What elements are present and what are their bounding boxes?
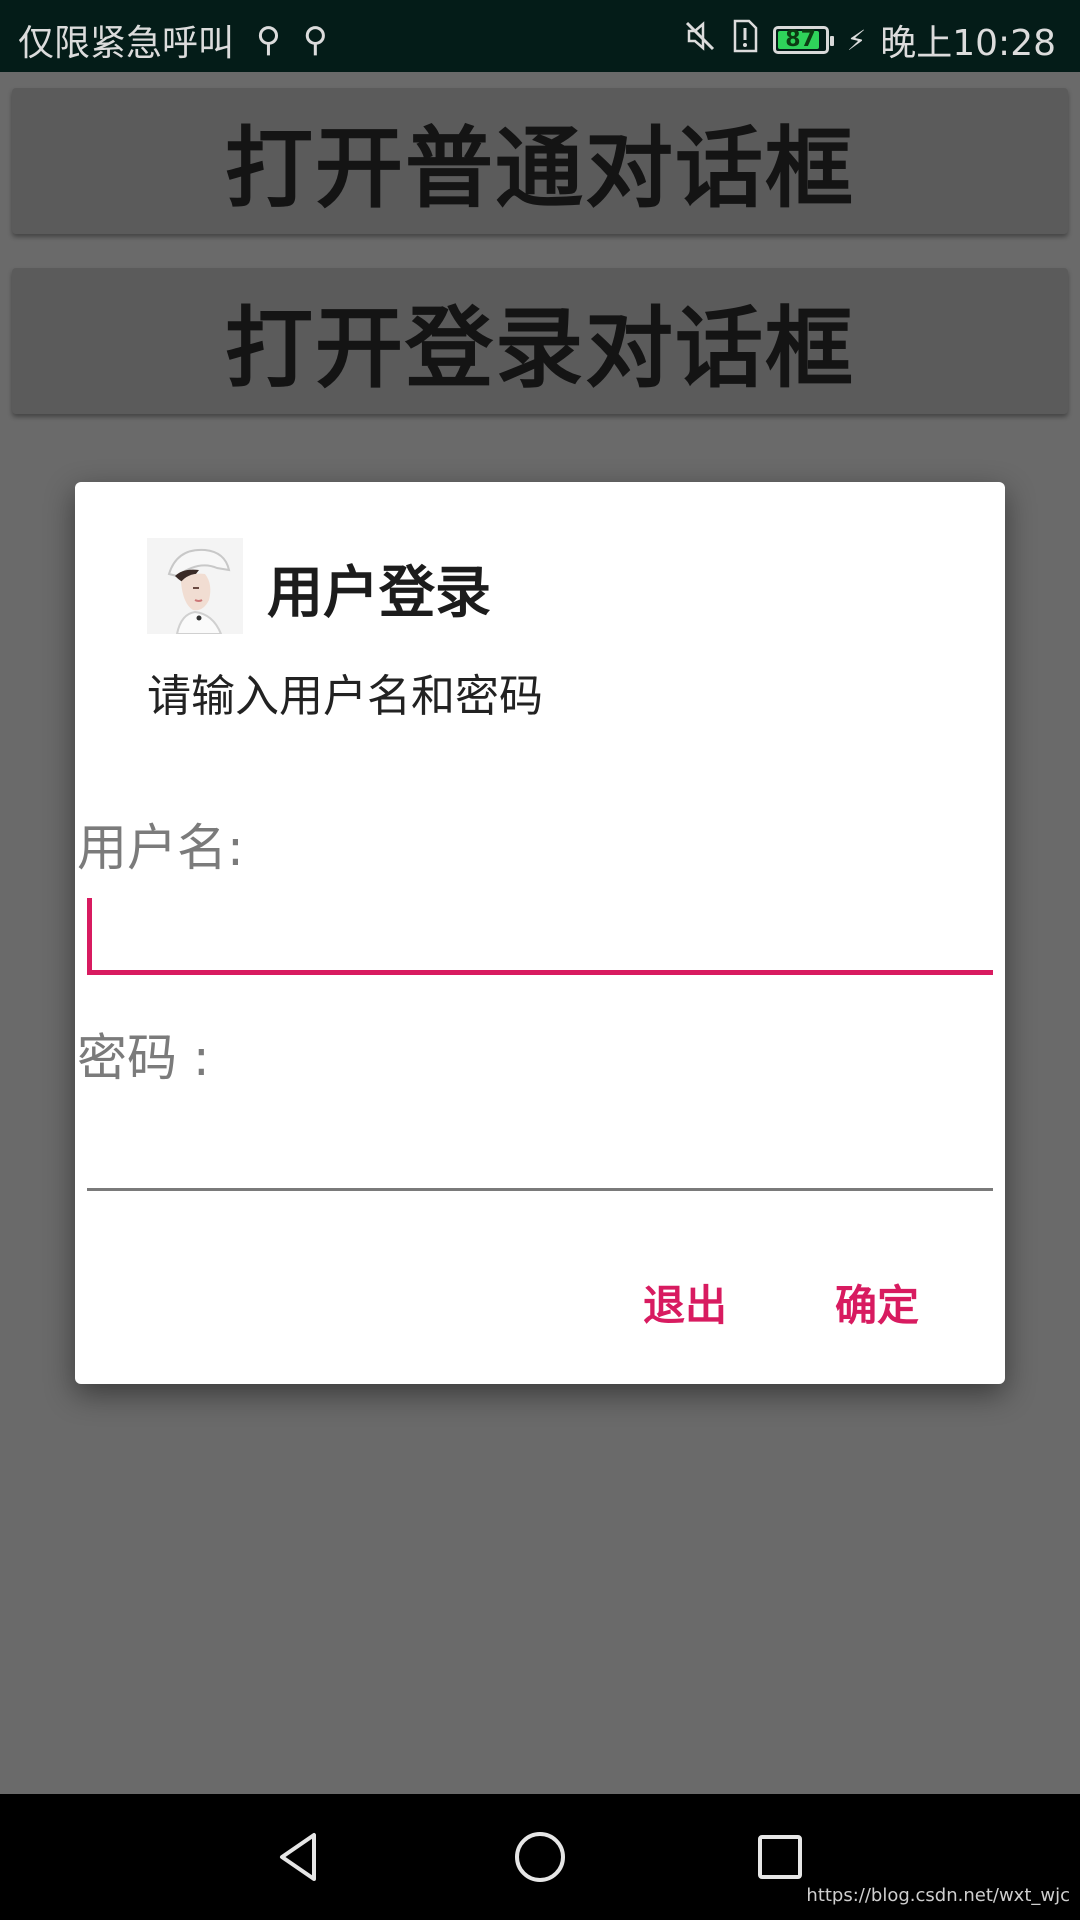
login-dialog: 用户登录 请输入用户名和密码 用户名: 密码 : 退出 确定 [75, 482, 1005, 1384]
recents-icon[interactable] [750, 1827, 810, 1887]
username-label: 用户名: [77, 819, 244, 877]
charging-icon: ⚡ [846, 23, 867, 57]
carrier-text: 仅限紧急呼叫 [18, 23, 235, 64]
username-input[interactable] [87, 898, 993, 975]
open-normal-dialog-button[interactable]: 打开普通对话框 [12, 88, 1068, 234]
password-label: 密码 : [77, 1029, 210, 1087]
screen: 仅限紧急呼叫 ⚲ ⚲ 87 ⚡ 晚上10:28 打开普通对话框 打开登录对话框 … [0, 0, 1080, 1920]
status-left: 仅限紧急呼叫 ⚲ ⚲ [18, 14, 328, 66]
mute-icon [683, 19, 717, 62]
sim-alert-icon [731, 18, 759, 63]
usb-icon: ⚲ [256, 20, 281, 60]
home-icon[interactable] [510, 1827, 570, 1887]
status-bar: 仅限紧急呼叫 ⚲ ⚲ 87 ⚡ 晚上10:28 [0, 0, 1080, 72]
watermark: https://blog.csdn.net/wxt_wjc [806, 1885, 1070, 1906]
password-input[interactable] [87, 1108, 993, 1191]
dialog-message: 请输入用户名和密码 [147, 671, 543, 722]
open-login-dialog-button[interactable]: 打开登录对话框 [12, 268, 1068, 414]
navigation-bar: https://blog.csdn.net/wxt_wjc [0, 1794, 1080, 1920]
text-cursor [87, 898, 92, 970]
dialog-title: 用户登录 [267, 561, 491, 626]
battery-level: 87 [785, 27, 816, 52]
avatar-icon [147, 538, 243, 635]
clock: 晚上10:28 [880, 23, 1056, 64]
battery-icon: 87 [772, 26, 834, 54]
confirm-button[interactable]: 确定 [835, 1272, 919, 1333]
back-icon[interactable] [270, 1827, 330, 1887]
usb-icon: ⚲ [302, 20, 328, 60]
status-right: 87 ⚡ 晚上10:28 [683, 14, 1056, 66]
exit-button[interactable]: 退出 [643, 1272, 727, 1333]
dialog-actions: 退出 确定 [643, 1272, 919, 1333]
